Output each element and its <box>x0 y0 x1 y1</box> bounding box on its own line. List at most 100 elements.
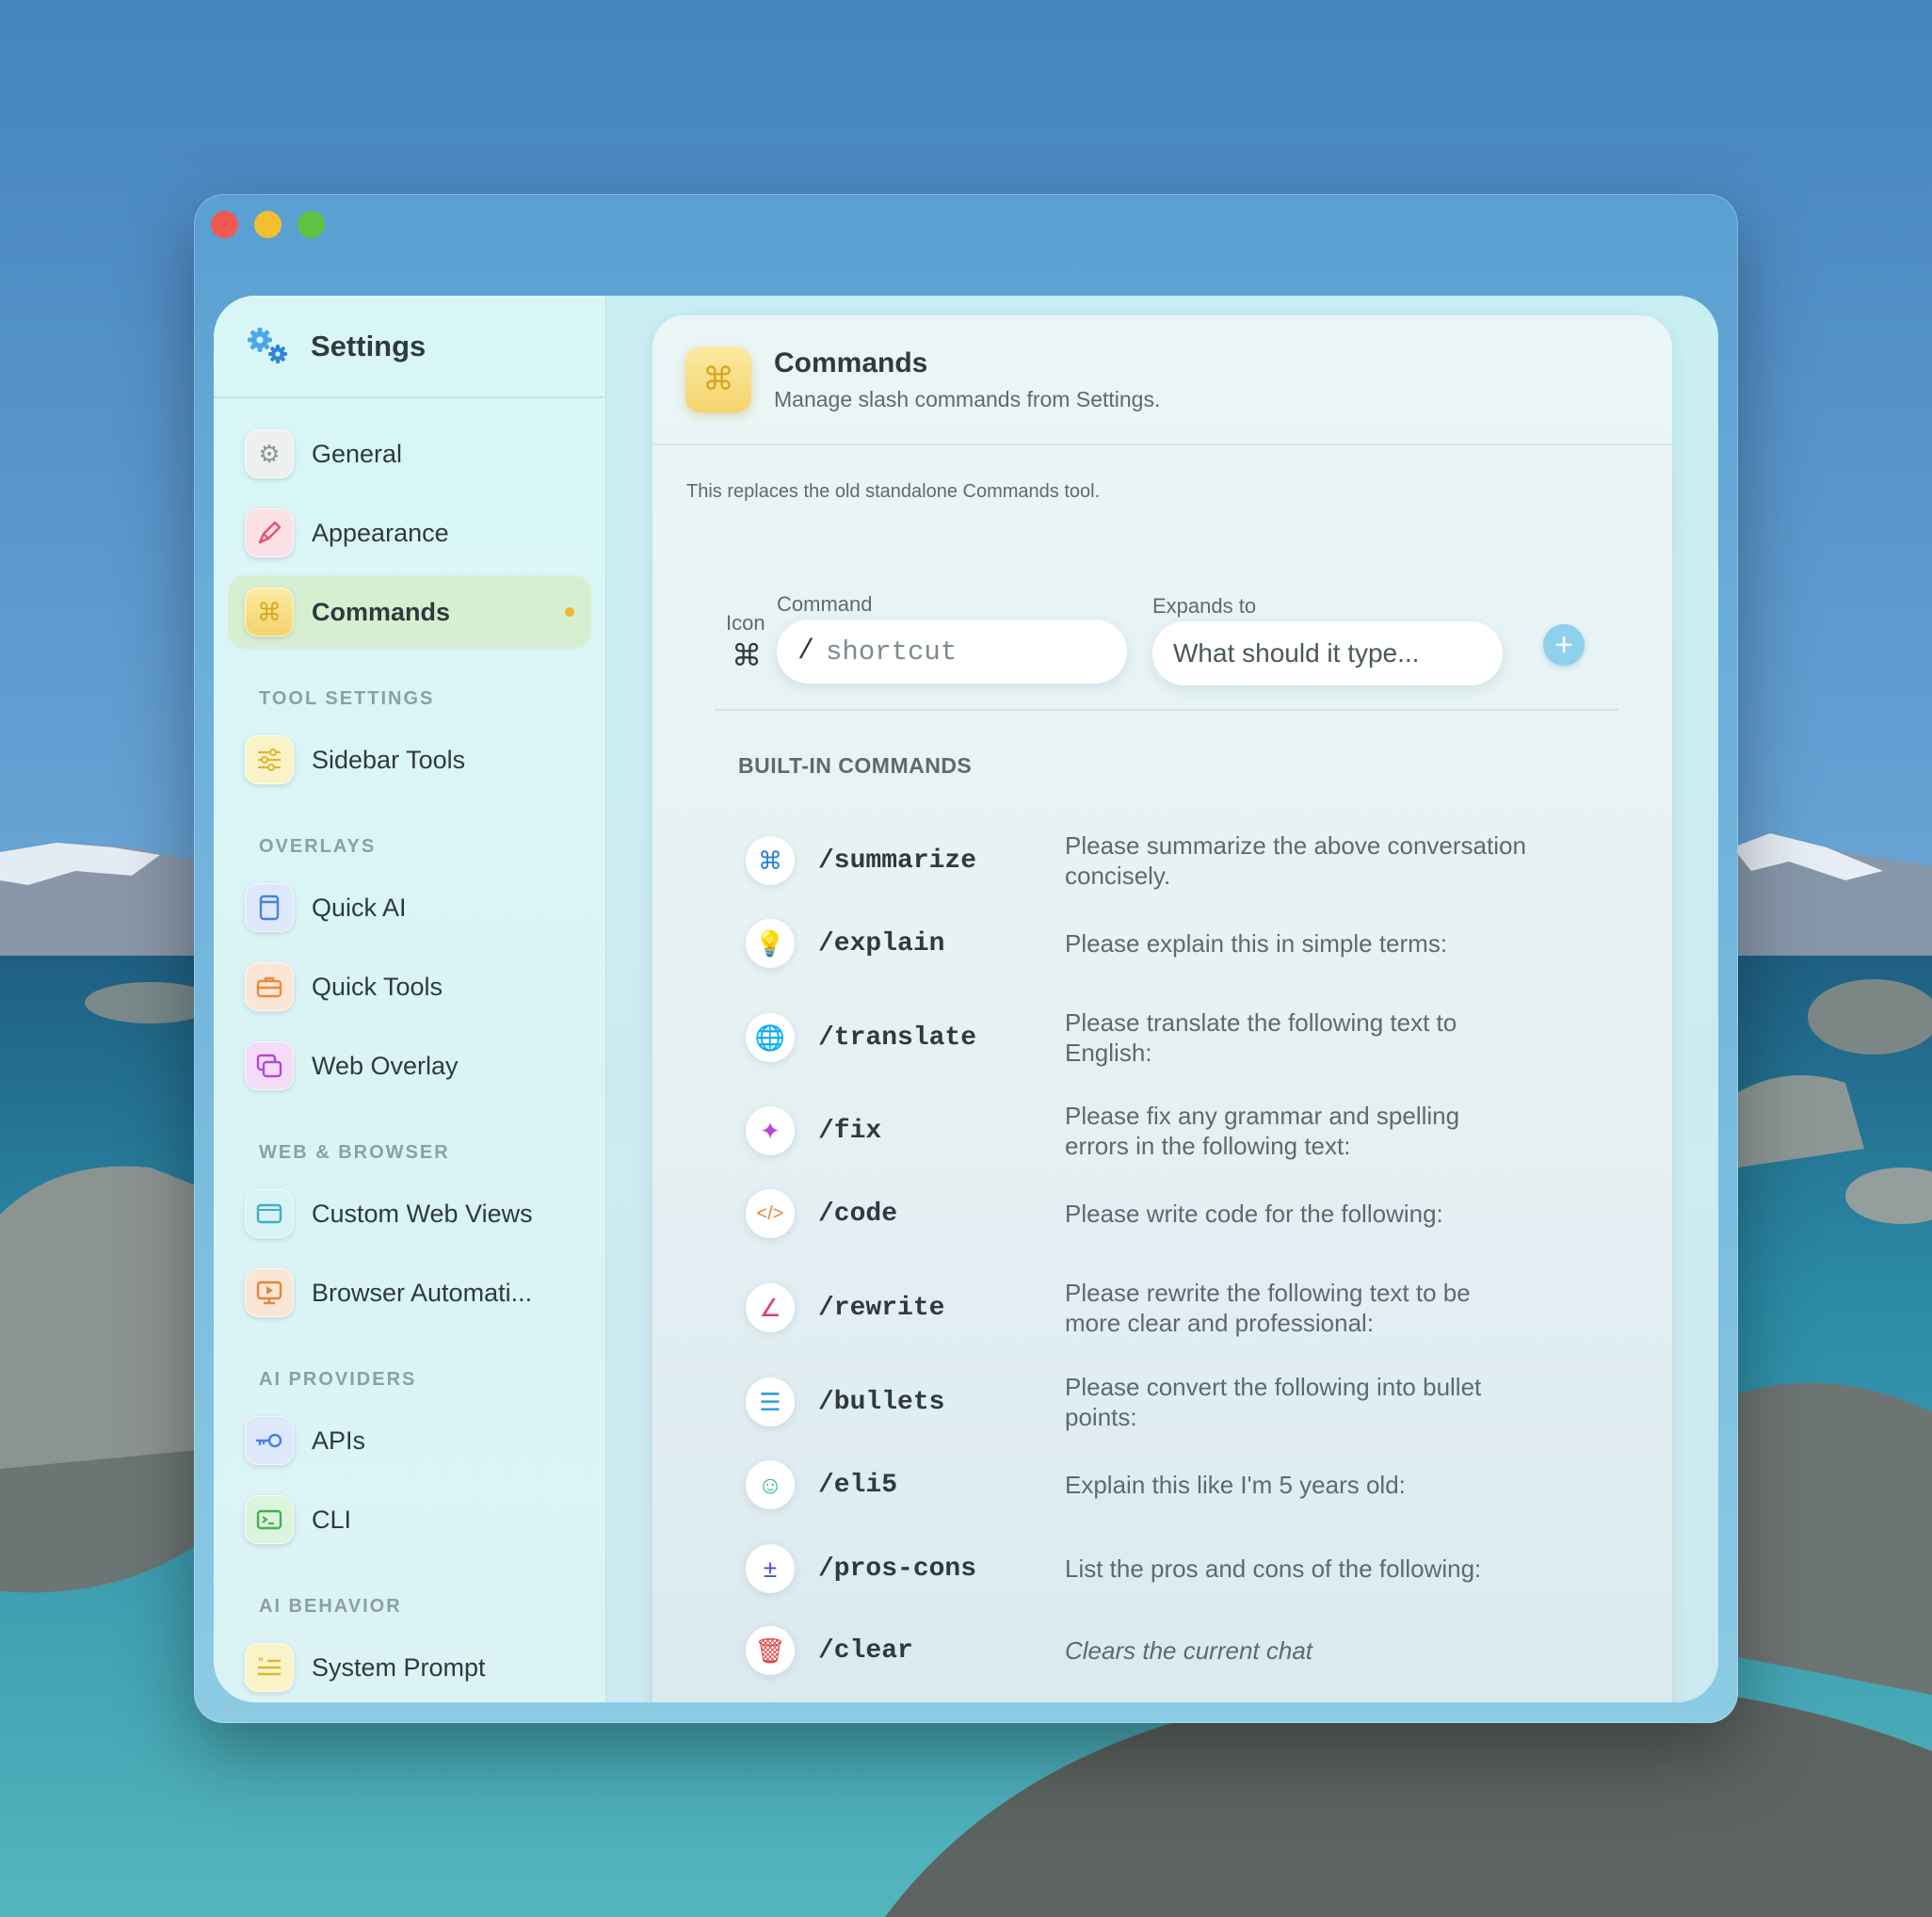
sidebar-item-general[interactable]: ⚙ General <box>228 417 591 491</box>
command-expansion: Please rewrite the following text to be … <box>1065 1279 1471 1337</box>
terminal-icon <box>245 1495 294 1544</box>
command-name: /eli5 <box>818 1470 898 1500</box>
sidebar-item-commands[interactable]: ⌘ Commands <box>228 575 591 649</box>
command-input[interactable]: / shortcut <box>777 620 1127 684</box>
command-expansion: Please summarize the above conversation … <box>1065 831 1526 890</box>
slash-prefix: / <box>797 636 815 668</box>
command-expansion: Please translate the following text to E… <box>1065 1008 1457 1067</box>
command-row[interactable]: ☰ /bullets Please convert the following in… <box>746 1372 1593 1432</box>
section-header-ai-behavior: AI BEHAVIOR <box>259 1596 402 1617</box>
sidebar-item-cli[interactable]: CLI <box>228 1483 591 1556</box>
sidebar-item-label: Appearance <box>312 518 449 547</box>
command-expansion: Explain this like I'm 5 years old: <box>1065 1471 1406 1499</box>
sidebar-item-label: CLI <box>312 1505 352 1534</box>
expands-placeholder: What should it type... <box>1173 638 1420 668</box>
sidebar: Settings ⚙ General Appearance ⌘ Commands <box>214 296 606 1702</box>
section-header-overlays: OVERLAYS <box>259 836 377 857</box>
sidebar-item-sidebar-tools[interactable]: Sidebar Tools <box>228 723 591 797</box>
command-expansion: List the pros and cons of the following: <box>1065 1555 1482 1583</box>
page-subtitle: Manage slash commands from Settings. <box>774 386 1161 411</box>
command-row[interactable]: ✦ /fix Please fix any grammar and spelling… <box>746 1101 1593 1161</box>
sidebar-item-label: Custom Web Views <box>312 1199 533 1228</box>
active-indicator-dot <box>565 607 574 617</box>
command-name: /pros-cons <box>818 1554 977 1584</box>
command-row[interactable]: ± /pros-cons List the pros and cons of the… <box>746 1544 1593 1593</box>
window-icon <box>245 883 294 932</box>
paintbrush-icon <box>245 508 294 557</box>
command-icon-picker[interactable]: ⌘ <box>732 637 762 673</box>
minimize-window-button[interactable] <box>254 211 282 238</box>
builtin-commands-header: BUILT-IN COMMANDS <box>738 753 973 778</box>
command-name: /translate <box>818 1023 977 1053</box>
sidebar-item-label: Quick AI <box>312 893 407 922</box>
globe-icon: 🌐 <box>746 1013 795 1062</box>
command-expansion: Clears the current chat <box>1065 1636 1313 1665</box>
key-icon <box>245 1416 294 1465</box>
sidebar-item-system-prompt[interactable]: ❝ System Prompt <box>228 1631 591 1702</box>
sidebar-item-label: Quick Tools <box>312 972 443 1001</box>
close-window-button[interactable] <box>211 211 238 238</box>
lightbulb-icon: 💡 <box>746 919 795 968</box>
sidebar-item-label: General <box>312 439 403 468</box>
sliders-icon <box>245 735 294 784</box>
add-command-button[interactable]: + <box>1543 624 1585 666</box>
command-row[interactable]: 🗑 /clear Clears the current chat <box>746 1626 1593 1675</box>
sidebar-item-label: Web Overlay <box>312 1051 459 1080</box>
sidebar-item-label: APIs <box>312 1426 366 1455</box>
sidebar-item-apis[interactable]: APIs <box>228 1404 591 1477</box>
command-row[interactable]: 🌐 /translate Please translate the followin… <box>746 1007 1593 1068</box>
command-placeholder: shortcut <box>826 636 958 668</box>
command-expansion: Please write code for the following: <box>1065 1200 1443 1228</box>
info-note: This replaces the old standalone Command… <box>686 481 1101 502</box>
sidebar-item-quick-tools[interactable]: Quick Tools <box>228 950 591 1023</box>
command-name: /fix <box>818 1116 882 1146</box>
command-name: /bullets <box>818 1387 945 1417</box>
sidebar-item-quick-ai[interactable]: Quick AI <box>228 871 591 944</box>
sidebar-title: Settings <box>311 329 427 362</box>
command-row[interactable]: ⌘ /summarize Please summarize the above co… <box>746 830 1593 891</box>
smiley-icon: ☺ <box>746 1460 795 1509</box>
maximize-window-button[interactable] <box>298 211 325 238</box>
command-name: /rewrite <box>818 1293 945 1323</box>
command-icon: ⌘ <box>746 836 795 885</box>
window-controls <box>211 211 325 238</box>
command-label: Command <box>777 592 873 616</box>
command-expansion: Please fix any grammar and spelling erro… <box>1065 1102 1460 1160</box>
toolbox-icon <box>245 962 294 1011</box>
sidebar-item-appearance[interactable]: Appearance <box>228 496 591 570</box>
section-header-ai-providers: AI PROVIDERS <box>259 1369 417 1390</box>
sidebar-nav: ⚙ General Appearance ⌘ Commands TOOL SET… <box>214 398 605 1702</box>
window-content: Settings ⚙ General Appearance ⌘ Commands <box>214 296 1718 1702</box>
card-header: ⌘ Commands Manage slash commands from Se… <box>652 315 1672 445</box>
command-row[interactable]: 💡 /explain Please explain this in simple t… <box>746 919 1593 968</box>
command-name: /explain <box>818 928 945 958</box>
section-header-web-browser: WEB & BROWSER <box>259 1142 450 1163</box>
trash-icon: 🗑 <box>746 1626 795 1675</box>
command-row[interactable]: ∠ /rewrite Please rewrite the following te… <box>746 1278 1593 1338</box>
command-name: /summarize <box>818 846 977 876</box>
command-icon: ⌘ <box>685 346 751 412</box>
overlay-icon <box>245 1041 294 1090</box>
main-panel: ⌘ Commands Manage slash commands from Se… <box>606 296 1718 1702</box>
gears-icon <box>245 327 290 366</box>
command-icon: ⌘ <box>245 588 294 636</box>
expands-input[interactable]: What should it type... <box>1152 621 1503 685</box>
sidebar-item-label: System Prompt <box>312 1652 486 1682</box>
expands-label: Expands to <box>1152 594 1257 618</box>
list-bullets-icon: ☰ <box>746 1377 795 1426</box>
gear-icon: ⚙ <box>245 429 294 478</box>
sidebar-item-label: Commands <box>312 597 451 626</box>
pencil-icon: ∠ <box>746 1283 795 1332</box>
sidebar-item-browser-automation[interactable]: Browser Automati... <box>228 1256 591 1329</box>
icon-label: Icon <box>726 611 765 635</box>
quote-text-icon: ❝ <box>245 1643 294 1692</box>
new-command-form: Icon ⌘ Command / shortcut Expands to Wha… <box>715 558 1618 711</box>
sidebar-header: Settings <box>214 296 605 398</box>
code-icon: </> <box>746 1189 795 1238</box>
sidebar-item-custom-web-views[interactable]: Custom Web Views <box>228 1177 591 1250</box>
sidebar-item-web-overlay[interactable]: Web Overlay <box>228 1029 591 1103</box>
command-expansion: Please convert the following into bullet… <box>1065 1373 1482 1431</box>
command-expansion: Please explain this in simple terms: <box>1065 929 1448 958</box>
command-row[interactable]: </> /code Please write code for the follow… <box>746 1189 1593 1238</box>
command-row[interactable]: ☺ /eli5 Explain this like I'm 5 years old: <box>746 1460 1593 1509</box>
